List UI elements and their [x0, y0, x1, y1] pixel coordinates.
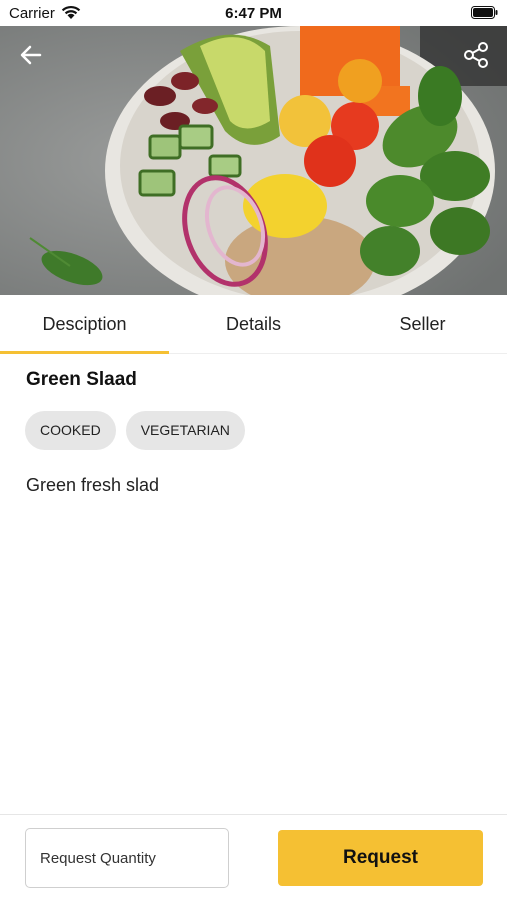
- tab-seller[interactable]: Seller: [338, 295, 507, 353]
- product-description: Green fresh slad: [26, 475, 160, 495]
- tab-details[interactable]: Details: [169, 295, 338, 353]
- share-button[interactable]: [459, 38, 493, 72]
- active-tab-indicator: [0, 351, 169, 354]
- tab-bar: Desciption Details Seller: [0, 295, 507, 354]
- salad-bowl-illustration: [0, 26, 507, 295]
- back-arrow-icon: [20, 45, 42, 65]
- tag-chip: COOKED: [25, 411, 116, 450]
- share-icon: [464, 42, 488, 68]
- request-quantity-input[interactable]: [25, 828, 229, 888]
- battery-icon: [471, 6, 498, 19]
- tab-description[interactable]: Desciption: [0, 295, 169, 353]
- status-bar: Carrier 6:47 PM: [0, 0, 507, 26]
- tag-chip: VEGETARIAN: [125, 411, 245, 450]
- request-button[interactable]: Request: [278, 830, 483, 886]
- tag-list: COOKED VEGETARIAN: [25, 411, 255, 450]
- product-title: Green Slaad: [26, 369, 137, 390]
- bottom-action-bar: Request: [0, 814, 507, 901]
- product-image: [0, 26, 507, 295]
- back-button[interactable]: [14, 38, 48, 72]
- status-time: 6:47 PM: [225, 5, 282, 22]
